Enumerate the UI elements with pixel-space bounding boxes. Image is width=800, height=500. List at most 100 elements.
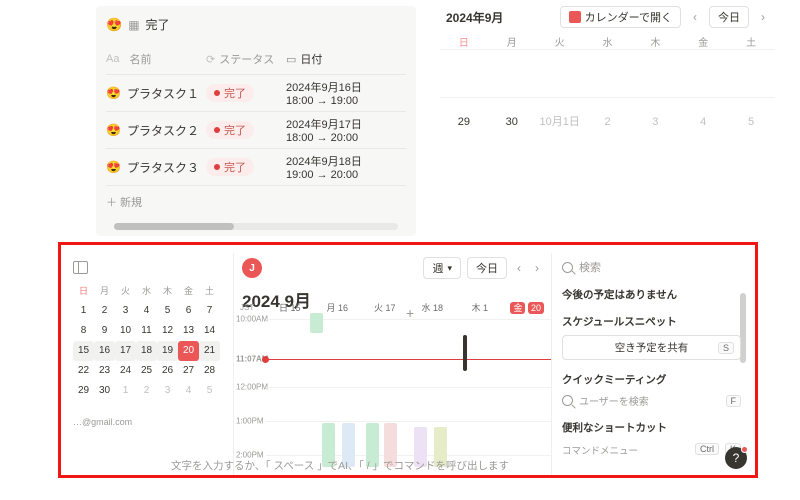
mini-day[interactable]: 11	[136, 321, 157, 341]
hour-label: 10:00AM	[236, 315, 268, 324]
mini-day[interactable]: 3	[157, 381, 178, 401]
scrollbar-thumb[interactable]	[114, 223, 234, 230]
task-date: 2024年9月17日	[286, 116, 406, 132]
calendar-app-panel: 日月火水木金土 1234567 891011121314 15161718192…	[58, 242, 758, 478]
mini-day[interactable]: 30	[94, 381, 115, 401]
dow-header: 日 月 火 水 木 金 土	[440, 34, 775, 49]
view-select-button[interactable]: 週▾	[423, 257, 461, 279]
mini-day[interactable]: 27	[178, 361, 199, 381]
calendar-panel: 2024年9月 カレンダーで開く ‹ 今日 › 日 月 火 水 木 金 土 29…	[440, 6, 775, 126]
mini-day[interactable]: 19	[157, 341, 178, 361]
mini-day[interactable]: 6	[178, 301, 199, 321]
share-availability-button[interactable]: 空き予定を共有S	[562, 335, 741, 360]
mini-week: 22232425262728	[73, 361, 225, 381]
mini-day[interactable]: 18	[136, 341, 157, 361]
heart-eyes-icon: 😍	[106, 123, 121, 137]
mini-day[interactable]: 21	[199, 341, 220, 361]
day-header[interactable]: 火 17	[361, 301, 409, 314]
day-header[interactable]: 水 18	[409, 301, 457, 314]
mini-day[interactable]: 8	[73, 321, 94, 341]
mini-day[interactable]: 26	[157, 361, 178, 381]
text-icon: Aa	[106, 53, 119, 65]
task-name: プラタスク１	[127, 85, 199, 102]
dow-mon: 月	[488, 34, 536, 49]
shortcut-heading: 便利なショートカット	[562, 420, 741, 435]
calendar-cell[interactable]: 10月1日	[536, 97, 584, 145]
mini-day[interactable]: 4	[178, 381, 199, 401]
prev-week-button[interactable]: ‹	[513, 261, 525, 275]
account-email[interactable]: …@gmail.com	[73, 417, 225, 427]
mini-day[interactable]: 14	[199, 321, 220, 341]
task-table: Aa名前 ⟳ステータス ▭日付 😍プラタスク１ 完了 2024年9月16日18:…	[106, 43, 406, 218]
mini-day[interactable]: 25	[136, 361, 157, 381]
table-row[interactable]: 😍プラタスク３ 完了 2024年9月18日19:00 → 20:00	[106, 149, 406, 186]
user-search-input[interactable]: ユーザーを検索F	[562, 393, 741, 408]
calendar-empty-row	[440, 49, 775, 97]
quick-meeting-heading: クイックミーティング	[562, 372, 741, 387]
mini-day[interactable]: 5	[157, 301, 178, 321]
task-date: 2024年9月18日	[286, 153, 406, 169]
next-week-button[interactable]: ›	[531, 261, 543, 275]
col-date[interactable]: 日付	[300, 54, 322, 66]
mini-day[interactable]: 29	[73, 381, 94, 401]
dow-wed: 水	[584, 34, 632, 49]
mini-day[interactable]: 9	[94, 321, 115, 341]
event-block[interactable]	[463, 335, 467, 371]
mini-day[interactable]: 3	[115, 301, 136, 321]
today-button[interactable]: 今日	[709, 6, 749, 28]
calendar-cell[interactable]: 5	[727, 97, 775, 145]
mini-day[interactable]: 7	[199, 301, 220, 321]
mini-day[interactable]: 2	[94, 301, 115, 321]
mini-day[interactable]: 1	[115, 381, 136, 401]
col-name[interactable]: 名前	[129, 51, 151, 67]
mini-day[interactable]: 12	[157, 321, 178, 341]
mini-day[interactable]: 2	[136, 381, 157, 401]
mini-week: 15161718192021	[73, 341, 225, 361]
horizontal-scrollbar[interactable]	[114, 223, 398, 230]
search-icon	[562, 262, 573, 273]
kbd-hint: F	[726, 395, 742, 407]
mini-day[interactable]: 17	[115, 341, 136, 361]
table-row[interactable]: 😍プラタスク２ 完了 2024年9月17日18:00 → 20:00	[106, 112, 406, 149]
calendar-cell[interactable]: 30	[488, 97, 536, 145]
prev-month-button[interactable]: ‹	[689, 10, 701, 24]
day-header[interactable]: 日 15	[266, 301, 314, 314]
hour-label: 1:00PM	[236, 417, 264, 426]
database-title-text: 完了	[146, 16, 170, 33]
mini-day-today[interactable]: 20	[178, 341, 199, 361]
calendar-cell[interactable]: 4	[679, 97, 727, 145]
sidebar-toggle-icon[interactable]	[73, 261, 88, 274]
mini-day[interactable]: 23	[94, 361, 115, 381]
col-status[interactable]: ステータス	[219, 54, 274, 66]
mini-day[interactable]: 15	[73, 341, 94, 361]
calendar-cell[interactable]: 3	[631, 97, 679, 145]
status-dot-icon	[214, 90, 220, 96]
calendar-month-label: 2024年9月	[446, 9, 552, 26]
task-date: 2024年9月16日	[286, 79, 406, 95]
mini-day[interactable]: 4	[136, 301, 157, 321]
search-input[interactable]: 検索	[562, 259, 741, 275]
database-title[interactable]: 😍 ▦ 完了	[106, 16, 406, 33]
mini-day[interactable]: 24	[115, 361, 136, 381]
day-header-today[interactable]: 金 20	[504, 301, 552, 314]
today-button[interactable]: 今日	[467, 257, 507, 279]
calendar-cell[interactable]: 2	[584, 97, 632, 145]
open-in-calendar-button[interactable]: カレンダーで開く	[560, 6, 681, 28]
calendar-cell[interactable]: 29	[440, 97, 488, 145]
status-badge: 完了	[206, 121, 254, 139]
day-header[interactable]: 木 1	[456, 301, 504, 314]
event-block[interactable]	[310, 313, 323, 333]
mini-day[interactable]: 22	[73, 361, 94, 381]
table-row[interactable]: 😍プラタスク１ 完了 2024年9月16日18:00 → 19:00	[106, 75, 406, 112]
new-row-button[interactable]: ＋ 新規	[106, 186, 406, 218]
mini-day[interactable]: 5	[199, 381, 220, 401]
mini-day[interactable]: 16	[94, 341, 115, 361]
mini-day[interactable]: 1	[73, 301, 94, 321]
user-avatar[interactable]: J	[242, 258, 262, 278]
task-time: 18:00 → 20:00	[286, 132, 406, 144]
next-month-button[interactable]: ›	[757, 10, 769, 24]
mini-day[interactable]: 28	[199, 361, 220, 381]
mini-day[interactable]: 10	[115, 321, 136, 341]
no-upcoming-text: 今後の予定はありません	[562, 287, 741, 302]
mini-day[interactable]: 13	[178, 321, 199, 341]
